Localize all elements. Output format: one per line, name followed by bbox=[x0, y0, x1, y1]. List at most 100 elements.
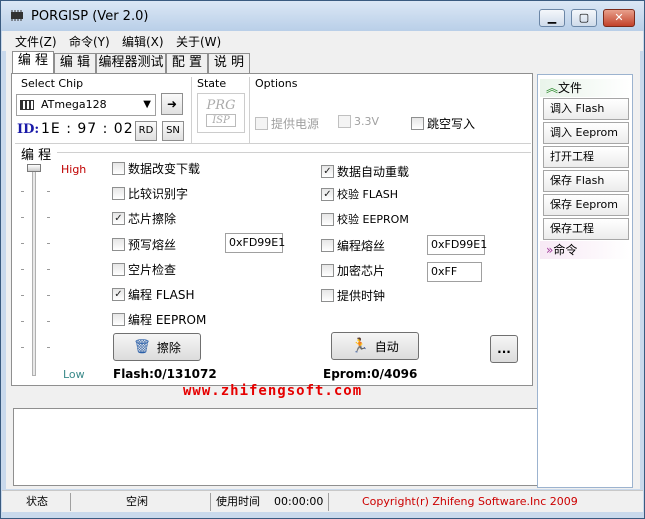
provide-clock-checkbox[interactable]: 提供时钟 bbox=[321, 287, 385, 304]
running-man-icon: 🏃 bbox=[351, 338, 369, 354]
verify-flash-checkbox[interactable]: ✓ 校验 FLASH bbox=[321, 186, 398, 202]
verify-flash-label: 校验 FLASH bbox=[337, 188, 398, 201]
provide-power-checkbox[interactable]: 提供电源 bbox=[255, 115, 319, 132]
auto-button[interactable]: 🏃 自动 bbox=[331, 332, 419, 360]
compare-signature-label: 比较识别字 bbox=[128, 187, 189, 201]
menu-bar: 文件(Z) 命令(Y) 编辑(X) 关于(W) bbox=[2, 31, 643, 51]
program-eeprom-checkbox[interactable]: 编程 EEPROM bbox=[112, 311, 206, 328]
status-bar: 状态 空闲 使用时间 00:00:00 Copyright(r) Zhifeng… bbox=[2, 490, 643, 512]
program-flash-label: 编程 FLASH bbox=[128, 288, 195, 302]
checkbox-box bbox=[112, 263, 125, 276]
low-label: Low bbox=[63, 368, 85, 381]
side-panel: ︽文件 调入 Flash 调入 Eeprom 打开工程 保存 Flash 保存 … bbox=[537, 74, 633, 488]
chip-select[interactable]: ATmega128 ▼ bbox=[16, 94, 156, 116]
verify-eeprom-label: 校验 EEPROM bbox=[337, 213, 409, 226]
id-label: ID: bbox=[17, 122, 40, 137]
auto-reload-label: 数据自动重载 bbox=[337, 165, 410, 179]
erase-label: 擦除 bbox=[156, 340, 181, 355]
speed-slider-thumb[interactable] bbox=[27, 164, 41, 172]
chevron-down-icon: ▼ bbox=[143, 99, 151, 110]
save-flash-button[interactable]: 保存 Flash bbox=[543, 170, 629, 192]
chip-erase-checkbox[interactable]: ✓ 芯片擦除 bbox=[112, 210, 176, 227]
close-button[interactable]: ✕ bbox=[603, 9, 635, 27]
checkbox-box bbox=[112, 187, 125, 200]
download-on-change-checkbox[interactable]: 数据改变下载 bbox=[112, 160, 200, 177]
slider-tick bbox=[47, 269, 50, 270]
provide-power-label: 提供电源 bbox=[271, 117, 320, 131]
sn-button[interactable]: SN bbox=[162, 121, 184, 141]
checkmark-icon: ✓ bbox=[112, 212, 125, 225]
load-flash-button[interactable]: 调入 Flash bbox=[543, 98, 629, 120]
chevron-up-icon: ︽ bbox=[546, 81, 559, 95]
tab-help[interactable]: 说 明 bbox=[208, 53, 250, 73]
select-chip-go-button[interactable]: ➜ bbox=[161, 93, 183, 115]
encrypt-value-input[interactable]: 0xFF bbox=[427, 262, 482, 282]
slider-tick bbox=[21, 243, 24, 244]
slider-tick bbox=[47, 295, 50, 296]
minimize-button[interactable]: ▁ bbox=[539, 9, 565, 27]
website-link[interactable]: www.zhifengsoft.com bbox=[183, 383, 362, 399]
chip-select-value: ATmega128 bbox=[41, 98, 107, 111]
menu-about[interactable]: 关于(W) bbox=[176, 33, 221, 50]
eeprom-status: Eprom:0/4096 bbox=[323, 367, 418, 381]
erase-button[interactable]: 🗑 擦除 bbox=[113, 333, 201, 361]
file-section-header[interactable]: ︽文件 bbox=[540, 79, 630, 97]
voltage-3v3-checkbox[interactable]: 3.3V bbox=[338, 115, 379, 128]
maximize-button[interactable]: ▢ bbox=[571, 9, 597, 27]
program-flash-checkbox[interactable]: ✓ 编程 FLASH bbox=[112, 286, 195, 303]
menu-command[interactable]: 命令(Y) bbox=[69, 33, 110, 50]
slider-tick bbox=[21, 347, 24, 348]
program-group-label: 编 程 bbox=[21, 148, 52, 163]
open-project-button[interactable]: 打开工程 bbox=[543, 146, 629, 168]
load-eeprom-button[interactable]: 调入 Eeprom bbox=[543, 122, 629, 144]
menu-file[interactable]: 文件(Z) bbox=[15, 33, 57, 50]
status-separator bbox=[70, 493, 71, 511]
slider-tick bbox=[47, 243, 50, 244]
compare-signature-checkbox[interactable]: 比较识别字 bbox=[112, 185, 188, 202]
checkbox-box bbox=[321, 239, 334, 252]
chip-erase-label: 芯片擦除 bbox=[128, 212, 177, 226]
rd-button[interactable]: RD bbox=[135, 121, 157, 141]
prewrite-fuse-input[interactable]: 0xFD99E1 bbox=[225, 233, 285, 253]
status-label: 状态 bbox=[26, 495, 48, 508]
save-project-button[interactable]: 保存工程 bbox=[543, 218, 629, 240]
menu-edit[interactable]: 编辑(X) bbox=[122, 33, 164, 50]
prg-isp-logo: PRG ISP bbox=[197, 93, 245, 133]
program-fuse-label: 编程熔丝 bbox=[337, 239, 386, 253]
copyright-text: Copyright(r) Zhifeng Software.Inc 2009 bbox=[362, 495, 578, 508]
skip-empty-write-label: 跳空写入 bbox=[427, 117, 476, 131]
chip-id-value: 1E : 97 : 02 bbox=[41, 121, 134, 137]
program-eeprom-label: 编程 EEPROM bbox=[128, 313, 207, 327]
checkbox-box bbox=[338, 115, 351, 128]
arrow-right-icon: ➜ bbox=[166, 97, 178, 111]
select-chip-label: Select Chip bbox=[21, 77, 84, 90]
prewrite-fuse-label: 预写熔丝 bbox=[128, 238, 177, 252]
options-label: Options bbox=[255, 77, 298, 90]
save-eeprom-button[interactable]: 保存 Eeprom bbox=[543, 194, 629, 216]
more-options-button[interactable]: ... bbox=[490, 335, 518, 363]
program-fuse-input[interactable]: 0xFD99E1 bbox=[427, 235, 487, 255]
title-bar[interactable]: PORGISP (Ver 2.0) ▁ ▢ ✕ bbox=[1, 1, 644, 31]
verify-eeprom-checkbox[interactable]: 校验 EEPROM bbox=[321, 211, 409, 227]
prewrite-fuse-checkbox[interactable]: 预写熔丝 bbox=[112, 236, 176, 253]
trash-icon: 🗑 bbox=[133, 339, 151, 355]
tab-programmer-test[interactable]: 编程器测试 bbox=[96, 53, 166, 73]
blank-check-checkbox[interactable]: 空片检查 bbox=[112, 261, 176, 278]
auto-reload-checkbox[interactable]: ✓ 数据自动重载 bbox=[321, 163, 409, 180]
command-header-label: 命令 bbox=[553, 243, 578, 257]
file-header-label: 文件 bbox=[558, 81, 583, 95]
chip-icon bbox=[11, 10, 23, 21]
command-section-header[interactable]: »命令 bbox=[540, 241, 630, 259]
program-fuse-checkbox[interactable]: 编程熔丝 bbox=[321, 237, 385, 254]
speed-slider-track[interactable] bbox=[32, 166, 36, 376]
tab-program[interactable]: 编 程 bbox=[12, 51, 54, 73]
slider-tick bbox=[47, 321, 50, 322]
skip-empty-write-checkbox[interactable]: 跳空写入 bbox=[411, 115, 475, 132]
checkmark-icon: ✓ bbox=[112, 288, 125, 301]
window-title: PORGISP (Ver 2.0) bbox=[31, 9, 149, 24]
checkbox-box bbox=[321, 264, 334, 277]
divider bbox=[15, 143, 531, 144]
tab-edit[interactable]: 编 辑 bbox=[54, 53, 96, 73]
tab-config[interactable]: 配 置 bbox=[166, 53, 208, 73]
encrypt-chip-checkbox[interactable]: 加密芯片 bbox=[321, 262, 385, 279]
